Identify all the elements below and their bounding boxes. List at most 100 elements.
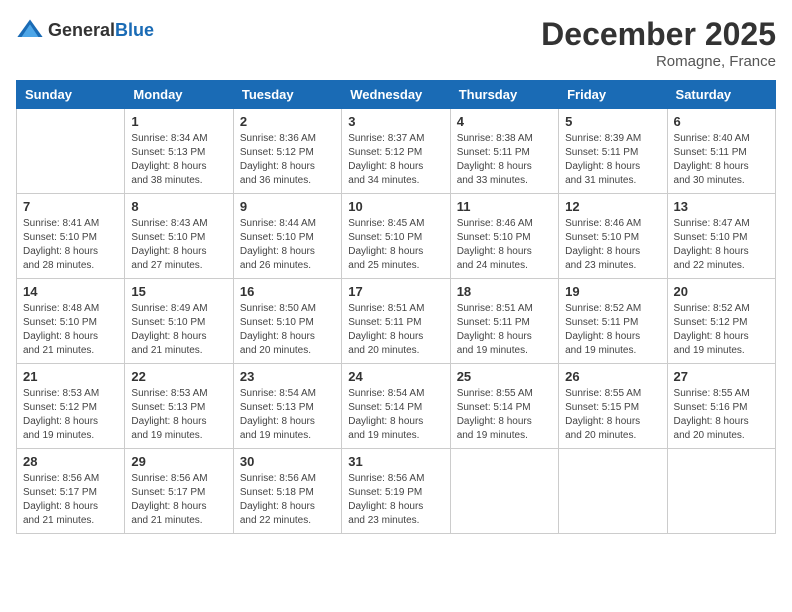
week-row-2: 14 Sunrise: 8:48 AMSunset: 5:10 PMDayligh… [17,279,776,364]
day-info: Sunrise: 8:44 AMSunset: 5:10 PMDaylight:… [240,217,335,273]
calendar-cell: 25 Sunrise: 8:55 AMSunset: 5:14 PMDayligh… [450,364,558,449]
calendar-header-sunday: Sunday [17,81,125,109]
day-info: Sunrise: 8:37 AMSunset: 5:12 PMDaylight:… [348,132,443,188]
day-info: Sunrise: 8:40 AMSunset: 5:11 PMDaylight:… [674,132,769,188]
logo-text-general: General [48,20,115,40]
calendar-cell: 12 Sunrise: 8:46 AMSunset: 5:10 PMDayligh… [559,194,667,279]
calendar-cell: 27 Sunrise: 8:55 AMSunset: 5:16 PMDayligh… [667,364,775,449]
calendar-cell: 17 Sunrise: 8:51 AMSunset: 5:11 PMDayligh… [342,279,450,364]
day-number: 15 [131,284,226,299]
day-info: Sunrise: 8:56 AMSunset: 5:17 PMDaylight:… [131,472,226,528]
calendar-cell [559,449,667,534]
calendar-cell: 19Sunrise: 8:52 AMSunset: 5:11 PMDayligh… [559,279,667,364]
calendar-cell: 8Sunrise: 8:43 AMSunset: 5:10 PMDaylight… [125,194,233,279]
day-number: 23 [240,369,335,384]
day-number: 2 [240,114,335,129]
calendar-header-friday: Friday [559,81,667,109]
calendar-cell: 15 Sunrise: 8:49 AMSunset: 5:10 PMDayligh… [125,279,233,364]
day-info: Sunrise: 8:45 AMSunset: 5:10 PMDaylight:… [348,217,443,273]
day-number: 9 [240,199,335,214]
day-number: 31 [348,454,443,469]
day-number: 28 [23,454,118,469]
calendar-cell: 13 Sunrise: 8:47 AMSunset: 5:10 PMDayligh… [667,194,775,279]
calendar-cell [450,449,558,534]
logo-icon [16,16,44,44]
calendar-header-monday: Monday [125,81,233,109]
calendar-cell: 4Sunrise: 8:38 AMSunset: 5:11 PMDaylight… [450,109,558,194]
calendar-cell: 3 Sunrise: 8:37 AMSunset: 5:12 PMDaylight… [342,109,450,194]
calendar-cell: 18Sunrise: 8:51 AMSunset: 5:11 PMDayligh… [450,279,558,364]
day-info: Sunrise: 8:55 AMSunset: 5:15 PMDaylight:… [565,387,660,443]
calendar-cell: 10 Sunrise: 8:45 AMSunset: 5:10 PMDayligh… [342,194,450,279]
calendar-cell: 20 Sunrise: 8:52 AMSunset: 5:12 PMDayligh… [667,279,775,364]
day-number: 16 [240,284,335,299]
day-info: Sunrise: 8:48 AMSunset: 5:10 PMDaylight:… [23,302,118,358]
day-number: 5 [565,114,660,129]
day-number: 8 [131,199,226,214]
day-info: Sunrise: 8:55 AMSunset: 5:16 PMDaylight:… [674,387,769,443]
calendar-cell: 16 Sunrise: 8:50 AMSunset: 5:10 PMDayligh… [233,279,341,364]
day-info: Sunrise: 8:53 AMSunset: 5:13 PMDaylight:… [131,387,226,443]
day-info: Sunrise: 8:55 AMSunset: 5:14 PMDaylight:… [457,387,552,443]
day-info: Sunrise: 8:56 AMSunset: 5:17 PMDaylight:… [23,472,118,528]
day-number: 13 [674,199,769,214]
day-number: 6 [674,114,769,129]
day-number: 17 [348,284,443,299]
day-number: 21 [23,369,118,384]
calendar-header-row: SundayMondayTuesdayWednesdayThursdayFrid… [17,81,776,109]
day-number: 20 [674,284,769,299]
day-number: 1 [131,114,226,129]
calendar-header-tuesday: Tuesday [233,81,341,109]
calendar-cell: 14 Sunrise: 8:48 AMSunset: 5:10 PMDayligh… [17,279,125,364]
logo: GeneralBlue [16,16,154,44]
day-number: 29 [131,454,226,469]
calendar-table: SundayMondayTuesdayWednesdayThursdayFrid… [16,80,776,534]
calendar-cell: 28 Sunrise: 8:56 AMSunset: 5:17 PMDayligh… [17,449,125,534]
calendar-cell: 26 Sunrise: 8:55 AMSunset: 5:15 PMDayligh… [559,364,667,449]
day-info: Sunrise: 8:52 AMSunset: 5:11 PMDaylight:… [565,302,660,358]
day-number: 7 [23,199,118,214]
week-row-3: 21Sunrise: 8:53 AMSunset: 5:12 PMDayligh… [17,364,776,449]
title-block: December 2025 Romagne, France [541,16,776,70]
day-number: 25 [457,369,552,384]
day-number: 27 [674,369,769,384]
day-info: Sunrise: 8:46 AMSunset: 5:10 PMDaylight:… [565,217,660,273]
calendar-header-saturday: Saturday [667,81,775,109]
page-header: GeneralBlue December 2025 Romagne, Franc… [16,16,776,70]
day-info: Sunrise: 8:47 AMSunset: 5:10 PMDaylight:… [674,217,769,273]
day-number: 14 [23,284,118,299]
calendar-cell [17,109,125,194]
day-number: 10 [348,199,443,214]
day-number: 3 [348,114,443,129]
day-info: Sunrise: 8:54 AMSunset: 5:14 PMDaylight:… [348,387,443,443]
calendar-cell: 1 Sunrise: 8:34 AMSunset: 5:13 PMDaylight… [125,109,233,194]
day-info: Sunrise: 8:36 AMSunset: 5:12 PMDaylight:… [240,132,335,188]
day-info: Sunrise: 8:52 AMSunset: 5:12 PMDaylight:… [674,302,769,358]
calendar-cell: 29 Sunrise: 8:56 AMSunset: 5:17 PMDayligh… [125,449,233,534]
day-info: Sunrise: 8:34 AMSunset: 5:13 PMDaylight:… [131,132,226,188]
day-number: 22 [131,369,226,384]
calendar-cell: 21Sunrise: 8:53 AMSunset: 5:12 PMDayligh… [17,364,125,449]
day-info: Sunrise: 8:56 AMSunset: 5:19 PMDaylight:… [348,472,443,528]
calendar-cell: 31 Sunrise: 8:56 AMSunset: 5:19 PMDayligh… [342,449,450,534]
day-number: 26 [565,369,660,384]
day-number: 12 [565,199,660,214]
calendar-cell: 2 Sunrise: 8:36 AMSunset: 5:12 PMDaylight… [233,109,341,194]
calendar-header-wednesday: Wednesday [342,81,450,109]
calendar-cell: 6 Sunrise: 8:40 AMSunset: 5:11 PMDaylight… [667,109,775,194]
day-number: 11 [457,199,552,214]
logo-text-blue: Blue [115,20,154,40]
day-info: Sunrise: 8:50 AMSunset: 5:10 PMDaylight:… [240,302,335,358]
week-row-1: 7 Sunrise: 8:41 AMSunset: 5:10 PMDaylight… [17,194,776,279]
day-info: Sunrise: 8:51 AMSunset: 5:11 PMDaylight:… [348,302,443,358]
calendar-header-thursday: Thursday [450,81,558,109]
day-info: Sunrise: 8:54 AMSunset: 5:13 PMDaylight:… [240,387,335,443]
calendar-cell: 24 Sunrise: 8:54 AMSunset: 5:14 PMDayligh… [342,364,450,449]
day-number: 4 [457,114,552,129]
day-info: Sunrise: 8:41 AMSunset: 5:10 PMDaylight:… [23,217,118,273]
day-number: 24 [348,369,443,384]
day-number: 18 [457,284,552,299]
day-info: Sunrise: 8:49 AMSunset: 5:10 PMDaylight:… [131,302,226,358]
month-title: December 2025 [541,16,776,53]
calendar-cell: 11Sunrise: 8:46 AMSunset: 5:10 PMDayligh… [450,194,558,279]
